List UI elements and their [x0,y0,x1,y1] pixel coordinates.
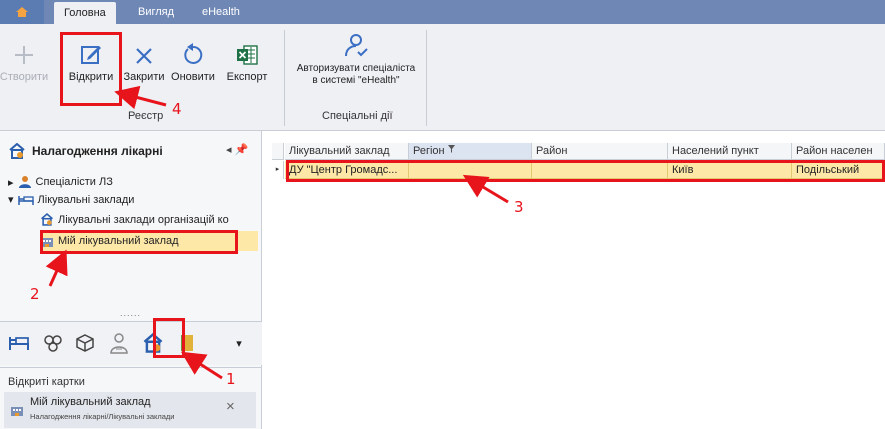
annotation-number: 4 [172,100,182,118]
hospital-settings-icon[interactable] [140,330,166,356]
open-card-item[interactable]: Мій лікувальний заклад Налагодження ліка… [4,392,256,428]
filter-icon[interactable] [447,145,455,153]
authorize-ehealth-label-line2: в системі "eHealth" [312,75,400,86]
plus-icon [15,46,33,64]
bed-icon[interactable] [6,330,32,356]
specialists-icon [18,176,31,188]
grid-header-corner [272,143,284,160]
user-check-icon [345,34,368,57]
column-header-region[interactable]: Регіон [409,143,532,160]
ribbon-group-special-actions: Спеціальні дії [322,110,393,122]
column-header-institution[interactable]: Лікувальний заклад [285,143,409,160]
cube-icon[interactable] [72,330,98,356]
tab-home[interactable]: Головна [54,2,116,24]
tree-item-specialists[interactable]: ▸ Спеціалісти ЛЗ [8,175,113,189]
hospital-settings-icon [41,213,53,226]
open-button-label: Відкрити [68,71,114,83]
annotation-number: 2 [30,285,40,303]
annotation-number: 1 [226,370,236,388]
institution-icon [41,237,53,247]
column-header-settlement[interactable]: Населений пункт [668,143,792,160]
table-cell[interactable]: ДУ "Центр Громадс... [285,161,409,179]
open-card-name: Мій лікувальний заклад [30,396,151,408]
pin-icon[interactable]: ◂ 📌 [226,143,248,156]
dropdown-icon[interactable]: ▾ [226,330,252,356]
nav-header: Налагодження лікарні [8,143,163,159]
ribbon-group-registry: Реєстр [128,110,164,122]
close-card-icon[interactable]: × [226,398,235,415]
tree-item-org-institutions[interactable]: Лікувальні заклади організацій ко [40,213,229,226]
navigation-panel: Налагодження лікарні ◂ 📌 ▸ Спеціалісти Л… [0,131,262,429]
tree-item-my-institution[interactable]: Мій лікувальний заклад [40,231,258,251]
tree-item-label: Мій лікувальний заклад [58,235,179,247]
app-window: Головна Вигляд eHealth Створити Відкрити [0,0,885,429]
home-icon [16,7,28,17]
tab-view[interactable]: Вигляд [128,0,184,24]
open-button[interactable]: Відкрити [62,24,120,102]
open-card-path: Налагодження лікарні/Лікувальні заклади [30,412,175,421]
column-header-district[interactable]: Район [532,143,668,160]
ribbon-tab-bar: Головна Вигляд eHealth [0,0,885,24]
close-icon [136,48,152,64]
row-indicator[interactable]: ▸ [272,161,284,179]
nav-title: Налагодження лікарні [32,144,163,158]
open-cards-title: Відкриті картки [8,376,85,388]
ribbon-divider [284,30,285,126]
edit-icon [81,46,101,64]
create-button-label: Створити [0,71,49,83]
collapse-icon[interactable]: ▾ [8,193,14,206]
annotation-number: 3 [514,198,524,216]
export-button[interactable]: Експорт [222,24,272,102]
hospital-settings-icon [9,143,25,159]
export-button-label: Експорт [226,71,268,83]
bed-icon [17,195,34,205]
ribbon: Створити Відкрити Закрити Оновити Експор… [0,24,885,131]
molecule-icon[interactable] [40,330,66,356]
tree-item-label: Спеціалісти ЛЗ [35,176,113,188]
table-cell[interactable]: Київ [668,161,792,179]
refresh-button-label: Оновити [171,71,215,83]
table-cell[interactable] [532,161,668,179]
home-tab[interactable] [0,0,44,24]
splitter-grip[interactable]: ...... [120,308,141,318]
tree-item-label: Лікувальні заклади [37,193,135,206]
close-button-label: Закрити [123,71,165,83]
tree-item-label: Лікувальні заклади організацій ко [58,213,229,226]
authorize-ehealth-label-line1: Авторизувати спеціаліста [296,63,416,74]
tree-item-medical-institutions[interactable]: ▾ Лікувальні заклади [8,193,135,207]
table-cell[interactable]: Подільський [792,161,885,179]
column-header-settlement-district[interactable]: Район населен [792,143,885,160]
close-button[interactable]: Закрити [122,24,166,102]
column-header-label: Регіон [413,145,445,157]
open-cards-panel: Відкриті картки Мій лікувальний заклад Н… [0,367,262,429]
refresh-icon [184,43,203,64]
refresh-button[interactable]: Оновити [168,24,218,102]
table-cell[interactable] [409,161,532,179]
institution-icon [11,407,23,416]
excel-export-icon [237,45,258,65]
tab-ehealth[interactable]: eHealth [192,0,250,24]
expand-icon[interactable]: ▸ [8,176,14,189]
module-icon-bar: ▾ [0,321,262,365]
doctor-icon[interactable] [106,330,132,356]
book-icon[interactable] [174,330,200,356]
institutions-grid: Лікувальний заклад Регіон Район Населени… [272,131,885,429]
create-button[interactable]: Створити [0,24,49,102]
authorize-ehealth-button[interactable]: Авторизувати спеціаліста в системі "eHea… [290,24,422,102]
ribbon-divider [426,30,427,126]
